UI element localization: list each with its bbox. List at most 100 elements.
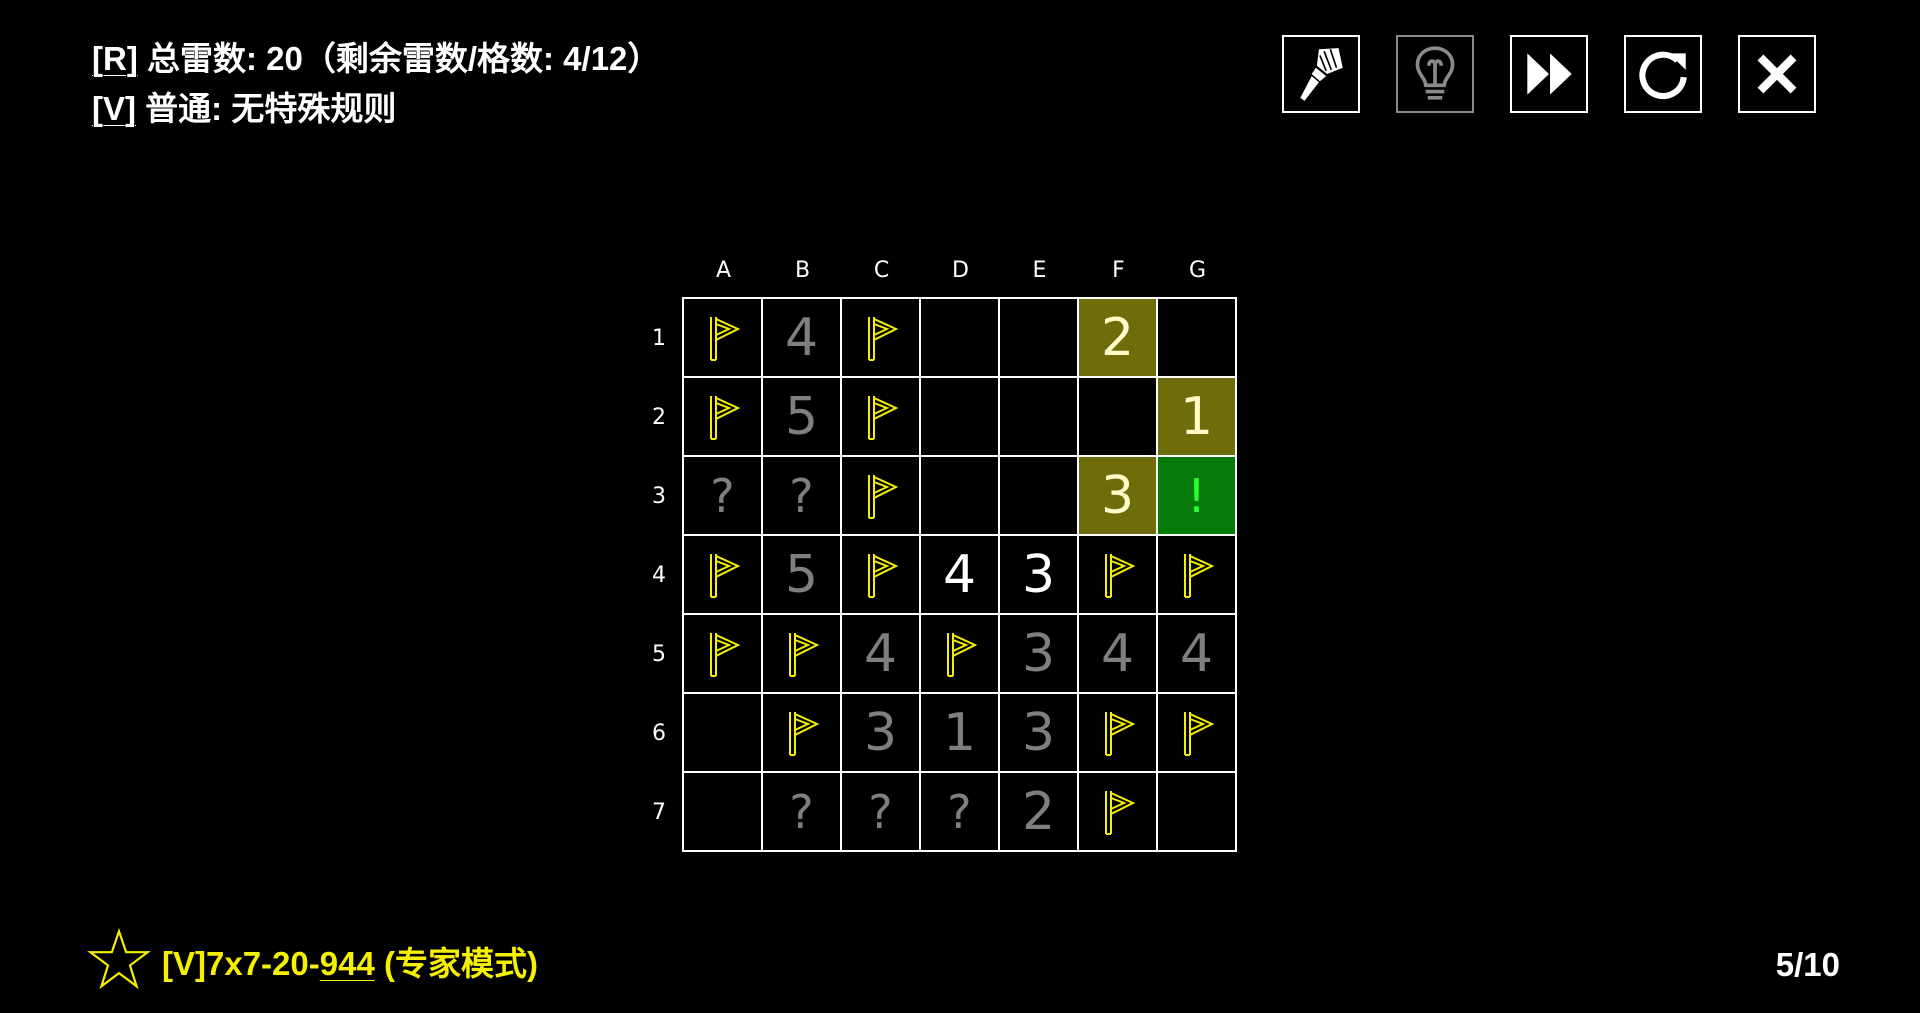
rule-key-v[interactable]: [V]: [92, 90, 136, 127]
row-label-6: 6: [652, 721, 666, 746]
empty-cell-e2[interactable]: [1000, 378, 1077, 455]
mine-count-text: 总雷数: 20（剩余雷数/格数: 4/12）: [137, 40, 661, 77]
puzzle-id: [V]7x7-20-944 (专家模式): [162, 937, 538, 985]
empty-cell-a6[interactable]: [684, 694, 761, 771]
empty-cell-d1[interactable]: [921, 299, 998, 376]
flag-icon: [709, 316, 740, 361]
flag-icon: [1104, 553, 1135, 598]
flag-icon: [867, 316, 898, 361]
column-label-c: C: [873, 258, 890, 283]
number-cell-e4[interactable]: 3: [1000, 536, 1077, 613]
number-cell-b1[interactable]: 4: [763, 299, 840, 376]
flagged-cell-a5[interactable]: [684, 615, 761, 692]
flagged-cell-f4[interactable]: [1079, 536, 1156, 613]
column-label-d: D: [952, 258, 969, 283]
flagged-cell-a4[interactable]: [684, 536, 761, 613]
mine-count-rule: [R] 总雷数: 20（剩余雷数/格数: 4/12）: [92, 34, 660, 84]
number-cell-e5[interactable]: 3: [1000, 615, 1077, 692]
puzzle-mode: (专家模式): [374, 945, 538, 982]
number-cell-f5[interactable]: 4: [1079, 615, 1156, 692]
unknown-cell-a3[interactable]: ?: [684, 457, 761, 534]
flagged-cell-f7[interactable]: [1079, 773, 1156, 850]
number-cell-g2[interactable]: 1: [1158, 378, 1235, 455]
flag-icon: [788, 711, 819, 756]
empty-cell-e3[interactable]: [1000, 457, 1077, 534]
column-label-g: G: [1188, 258, 1207, 283]
flag-icon: [788, 632, 819, 677]
flagged-cell-g4[interactable]: [1158, 536, 1235, 613]
flag-icon: [1183, 553, 1214, 598]
empty-cell-f2[interactable]: [1079, 378, 1156, 455]
rules-panel: [R] 总雷数: 20（剩余雷数/格数: 4/12） [V] 普通: 无特殊规则: [92, 34, 660, 134]
star-icon[interactable]: [86, 928, 152, 994]
number-cell-b4[interactable]: 5: [763, 536, 840, 613]
puzzle-seed[interactable]: 944: [320, 945, 375, 982]
flagged-cell-d5[interactable]: [921, 615, 998, 692]
flag-icon: [1104, 790, 1135, 835]
puzzle-id-prefix: [V]7x7-20-: [162, 945, 320, 982]
skip-button[interactable]: [1510, 35, 1588, 113]
variant-text: 普通: 无特殊规则: [136, 90, 397, 127]
row-label-1: 1: [652, 326, 666, 351]
number-cell-c5[interactable]: 4: [842, 615, 919, 692]
unknown-cell-b7[interactable]: ?: [763, 773, 840, 850]
rule-key-r[interactable]: [R]: [92, 40, 138, 77]
hint-button[interactable]: [1396, 35, 1474, 113]
flag-icon: [1183, 711, 1214, 756]
flagged-cell-c1[interactable]: [842, 299, 919, 376]
flag-icon: [946, 632, 977, 677]
empty-cell-a7[interactable]: [684, 773, 761, 850]
column-label-e: E: [1032, 258, 1047, 283]
number-cell-b2[interactable]: 5: [763, 378, 840, 455]
number-cell-d6[interactable]: 1: [921, 694, 998, 771]
empty-cell-e1[interactable]: [1000, 299, 1077, 376]
flagged-cell-g6[interactable]: [1158, 694, 1235, 771]
column-label-a: A: [715, 258, 732, 283]
minesweeper-board: 4 2 5 1?? 3! 5 4 3 4 3 4 4 3 1 3??? 2: [682, 297, 1237, 852]
empty-cell-g7[interactable]: [1158, 773, 1235, 850]
row-label-5: 5: [652, 642, 666, 667]
flag-icon: [867, 553, 898, 598]
restart-icon: [1639, 51, 1687, 100]
flagged-cell-f6[interactable]: [1079, 694, 1156, 771]
fast-forward-icon: [1527, 53, 1572, 95]
flag-icon: [1104, 711, 1135, 756]
number-cell-e7[interactable]: 2: [1000, 773, 1077, 850]
flagged-cell-c3[interactable]: [842, 457, 919, 534]
flag-icon: [709, 632, 740, 677]
flagged-cell-b6[interactable]: [763, 694, 840, 771]
row-label-3: 3: [652, 484, 666, 509]
flagged-cell-a1[interactable]: [684, 299, 761, 376]
flagged-cell-b5[interactable]: [763, 615, 840, 692]
row-label-4: 4: [652, 563, 666, 588]
number-cell-e6[interactable]: 3: [1000, 694, 1077, 771]
brush-button[interactable]: [1282, 35, 1360, 113]
restart-button[interactable]: [1624, 35, 1702, 113]
flagged-cell-c4[interactable]: [842, 536, 919, 613]
empty-cell-d3[interactable]: [921, 457, 998, 534]
number-cell-g5[interactable]: 4: [1158, 615, 1235, 692]
level-progress: 5/10: [1775, 946, 1840, 983]
unknown-cell-c7[interactable]: ?: [842, 773, 919, 850]
column-label-f: F: [1112, 258, 1125, 283]
row-label-7: 7: [652, 800, 666, 825]
number-cell-f3[interactable]: 3: [1079, 457, 1156, 534]
flag-icon: [709, 553, 740, 598]
empty-cell-g1[interactable]: [1158, 299, 1235, 376]
flagged-cell-c2[interactable]: [842, 378, 919, 455]
close-button[interactable]: [1738, 35, 1816, 113]
lightbulb-icon: [1415, 46, 1455, 100]
number-cell-f1[interactable]: 2: [1079, 299, 1156, 376]
row-label-2: 2: [652, 405, 666, 430]
puzzle-info: [V]7x7-20-944 (专家模式): [86, 928, 538, 994]
unknown-cell-d7[interactable]: ?: [921, 773, 998, 850]
flagged-cell-a2[interactable]: [684, 378, 761, 455]
close-icon: [1757, 54, 1797, 94]
flag-icon: [709, 395, 740, 440]
safe-hint-cell-g3[interactable]: !: [1158, 457, 1235, 534]
number-cell-d4[interactable]: 4: [921, 536, 998, 613]
unknown-cell-b3[interactable]: ?: [763, 457, 840, 534]
empty-cell-d2[interactable]: [921, 378, 998, 455]
flag-icon: [867, 474, 898, 519]
number-cell-c6[interactable]: 3: [842, 694, 919, 771]
